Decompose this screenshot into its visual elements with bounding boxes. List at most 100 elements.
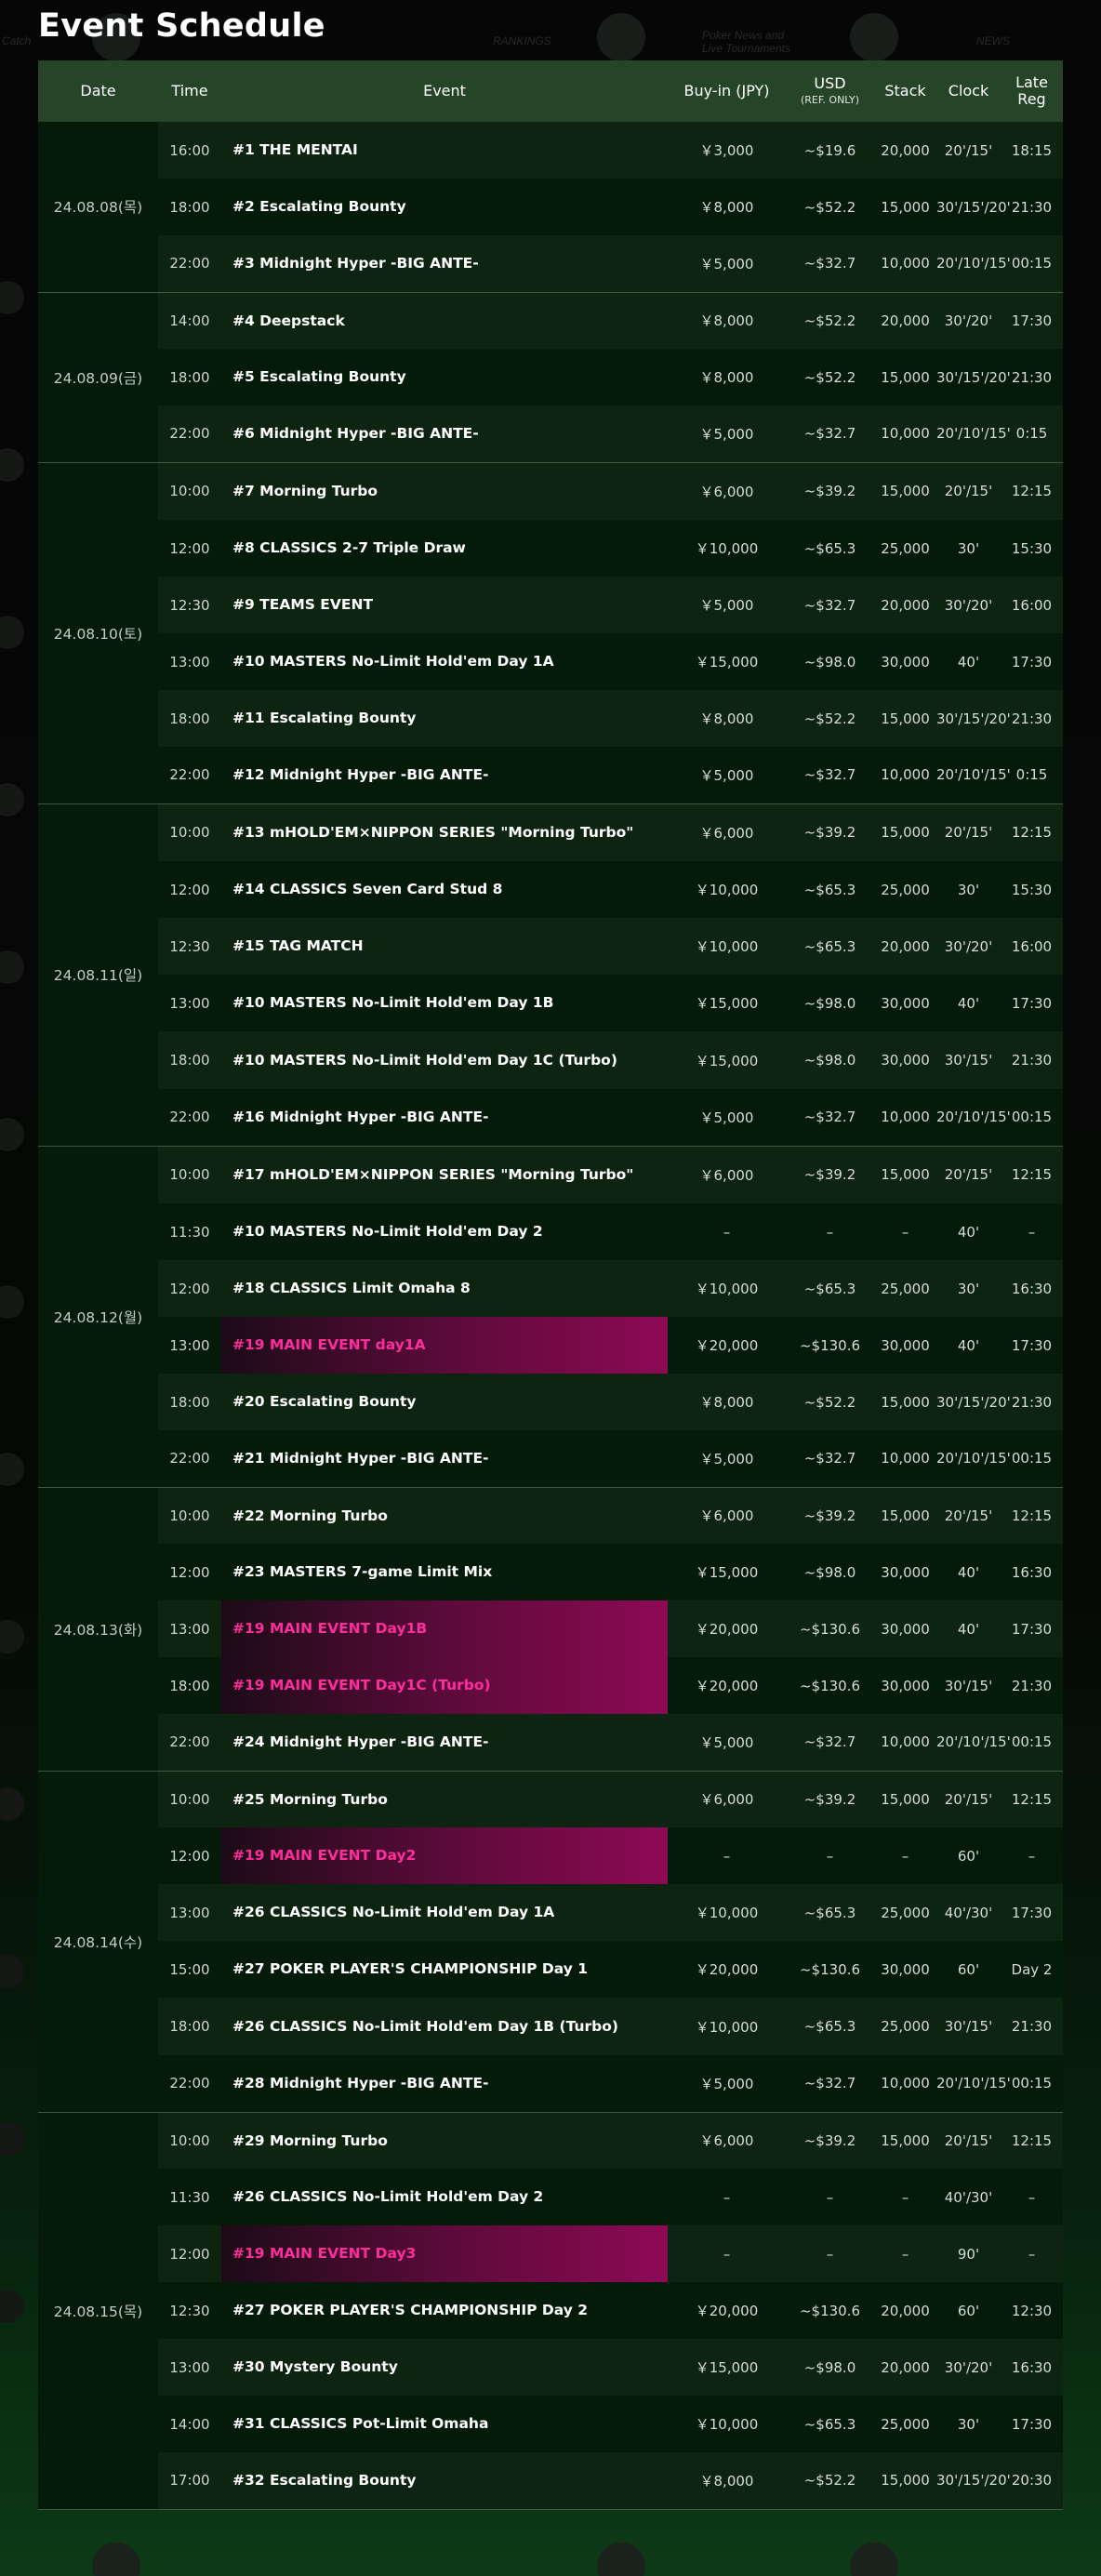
usd-cell: ~$130.6 — [786, 1600, 874, 1657]
clock-cell: 30'/20' — [936, 2339, 1001, 2396]
event-name: #10 MASTERS No-Limit Hold'em Day 1B — [221, 975, 668, 1031]
time-cell: 11:30 — [158, 1203, 221, 1260]
latereg-cell: 17:30 — [1001, 1317, 1063, 1374]
event-name: #26 CLASSICS No-Limit Hold'em Day 1A — [221, 1884, 668, 1941]
main-event-row: 13:00 #19 MAIN EVENT Day1B ￥20,000 ~$130.6 3… — [38, 1600, 1063, 1657]
date-cell: 24.08.14(수) — [38, 1771, 158, 2113]
buyin-cell: – — [668, 2225, 786, 2282]
table-row: 18:00 #10 MASTERS No-Limit Hold'em Day 1C… — [38, 1031, 1063, 1089]
event-name: #13 mHOLD'EM×NIPPON SERIES "Morning Turb… — [221, 803, 668, 861]
table-row: 15:00 #27 POKER PLAYER'S CHAMPIONSHIP Day… — [38, 1941, 1063, 1998]
event-name: #25 Morning Turbo — [221, 1771, 668, 1827]
latereg-cell: 16:00 — [1001, 918, 1063, 975]
date-cell: 24.08.11(일) — [38, 803, 158, 1147]
time-cell: 15:00 — [158, 1941, 221, 1998]
usd-cell: ~$130.6 — [786, 1941, 874, 1998]
buyin-cell: ￥5,000 — [668, 577, 786, 633]
stack-cell: 30,000 — [874, 633, 936, 690]
event-name: #1 THE MENTAI — [221, 122, 668, 179]
usd-cell: ~$32.7 — [786, 1430, 874, 1488]
usd-cell: – — [786, 2225, 874, 2282]
stack-cell: – — [874, 1203, 936, 1260]
time-cell: 18:00 — [158, 179, 221, 235]
time-cell: 18:00 — [158, 1657, 221, 1714]
buyin-cell: ￥8,000 — [668, 1374, 786, 1430]
stack-cell: 20,000 — [874, 577, 936, 633]
buyin-cell: ￥5,000 — [668, 1714, 786, 1772]
bg-rankings-text: RANKINGS — [493, 34, 551, 47]
usd-cell: ~$39.2 — [786, 1771, 874, 1827]
usd-label: USD — [814, 74, 846, 93]
buyin-cell: ￥6,000 — [668, 1771, 786, 1827]
buyin-cell: ￥10,000 — [668, 2396, 786, 2452]
latereg-cell: 21:30 — [1001, 1998, 1063, 2055]
buyin-cell: ￥8,000 — [668, 349, 786, 405]
table-row: 17:00 #32 Escalating Bounty ￥8,000 ~$52.2 15… — [38, 2452, 1063, 2510]
usd-cell: ~$130.6 — [786, 1657, 874, 1714]
time-cell: 22:00 — [158, 405, 221, 463]
latereg-cell: 17:30 — [1001, 292, 1063, 349]
table-row: 22:00 #24 Midnight Hyper -BIG ANTE- ￥5,000… — [38, 1714, 1063, 1772]
bg-live-tournaments-text: Live Tournaments — [702, 42, 790, 55]
buyin-cell: ￥20,000 — [668, 1657, 786, 1714]
time-cell: 18:00 — [158, 349, 221, 405]
buyin-cell: – — [668, 2169, 786, 2225]
buyin-cell: ￥20,000 — [668, 1317, 786, 1374]
table-row: 18:00 #11 Escalating Bounty ￥8,000 ~$52.2 15… — [38, 690, 1063, 747]
bg-poker-news-text: Poker News and — [702, 29, 784, 42]
time-cell: 18:00 — [158, 1998, 221, 2055]
clock-cell: 30'/15' — [936, 1998, 1001, 2055]
clock-cell: 30'/20' — [936, 918, 1001, 975]
stack-cell: 15,000 — [874, 1771, 936, 1827]
usd-cell: ~$98.0 — [786, 1544, 874, 1600]
clock-cell: 20'/15' — [936, 2112, 1001, 2169]
latereg-cell: 17:30 — [1001, 1884, 1063, 1941]
buyin-cell: – — [668, 1827, 786, 1884]
buyin-cell: ￥10,000 — [668, 1260, 786, 1317]
usd-cell: ~$65.3 — [786, 2396, 874, 2452]
stack-cell: – — [874, 2169, 936, 2225]
event-name: #23 MASTERS 7-game Limit Mix — [221, 1544, 668, 1600]
event-name: #27 POKER PLAYER'S CHAMPIONSHIP Day 2 — [221, 2282, 668, 2339]
clock-cell: 20'/10'/15' — [936, 747, 1011, 804]
time-cell: 22:00 — [158, 1089, 221, 1147]
time-cell: 17:00 — [158, 2452, 221, 2510]
stack-cell: – — [874, 2225, 936, 2282]
latereg-cell: 15:30 — [1001, 520, 1063, 577]
latereg-cell: 17:30 — [1001, 1600, 1063, 1657]
usd-cell: ~$39.2 — [786, 1487, 874, 1544]
latereg-cell: 21:30 — [1001, 1657, 1063, 1714]
usd-cell: ~$32.7 — [786, 1089, 874, 1147]
time-cell: 22:00 — [158, 747, 221, 804]
main-event-row: 12:00 #19 MAIN EVENT Day2– – –60' – — [38, 1827, 1063, 1884]
stack-cell: 30,000 — [874, 1941, 936, 1998]
stack-cell: 20,000 — [874, 292, 936, 349]
table-row: 13:00 #10 MASTERS No-Limit Hold'em Day 1A… — [38, 633, 1063, 690]
buyin-cell: ￥15,000 — [668, 633, 786, 690]
usd-cell: ~$52.2 — [786, 690, 874, 747]
usd-cell: ~$32.7 — [786, 747, 874, 804]
event-name: #10 MASTERS No-Limit Hold'em Day 1A — [221, 633, 668, 690]
clock-cell: 30'/15' — [936, 1031, 1001, 1089]
table-row: 24.08.10(토) 10:00 #7 Morning Turbo ￥6,000 ~$… — [38, 462, 1063, 804]
table-row: 13:00 #30 Mystery Bounty ￥15,000 ~$98.0 20,0… — [38, 2339, 1063, 2396]
time-cell: 13:00 — [158, 1884, 221, 1941]
time-cell: 13:00 — [158, 1317, 221, 1374]
stack-cell: 25,000 — [874, 520, 936, 577]
buyin-cell: ￥8,000 — [668, 292, 786, 349]
latereg-cell: 12:15 — [1001, 462, 1063, 520]
time-cell: 14:00 — [158, 2396, 221, 2452]
latereg-cell: – — [1001, 2169, 1063, 2225]
table-row: 14:00 #31 CLASSICS Pot-Limit Omaha ￥10,000… — [38, 2396, 1063, 2452]
latereg-cell: 16:30 — [1001, 1544, 1063, 1600]
latereg-cell: – — [1001, 2225, 1063, 2282]
event-name: #27 POKER PLAYER'S CHAMPIONSHIP Day 1 — [221, 1941, 668, 1998]
time-cell: 12:00 — [158, 1544, 221, 1600]
clock-cell: 40'/30' — [936, 2169, 1001, 2225]
date-cell: 24.08.08(목) — [38, 122, 158, 293]
usd-cell: ~$52.2 — [786, 349, 874, 405]
stack-cell: 25,000 — [874, 2396, 936, 2452]
usd-cell: ~$65.3 — [786, 520, 874, 577]
table-row: 24.08.14(수) 10:00 #25 Morning Turbo ￥6,000 ~… — [38, 1771, 1063, 2113]
time-cell: 12:00 — [158, 2225, 221, 2282]
